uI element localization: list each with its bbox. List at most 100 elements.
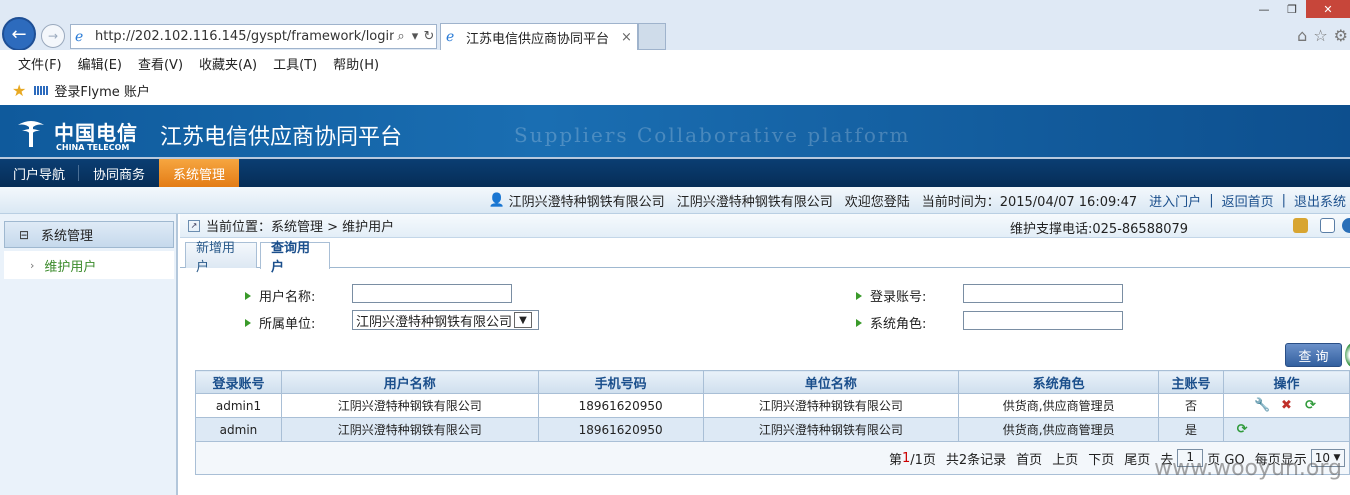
query-button[interactable]: 查 询 (1285, 343, 1342, 367)
link-separator: | (1209, 192, 1214, 208)
site-banner: 中国电信 CHINA TELECOM 江苏电信供应商协同平台 Suppliers… (0, 105, 1350, 157)
col-header-role[interactable]: 系统角色 (958, 370, 1160, 394)
table-row: admin 江阴兴澄特种钢铁有限公司 18961620950 江阴兴澄特种钢铁有… (195, 417, 1350, 442)
settings-gear-icon[interactable]: ⚙ (1334, 26, 1348, 45)
pager-prev[interactable]: 上页 (1052, 449, 1078, 468)
pager-first[interactable]: 首页 (1016, 449, 1042, 468)
nav-portal[interactable]: 门户导航 (0, 159, 78, 187)
total-records: 共2条记录 (945, 452, 1007, 468)
table-header-row: 登录账号 用户名称 手机号码 单位名称 系统角色 主账号 操作 (195, 370, 1350, 394)
login-account-input[interactable] (963, 284, 1123, 303)
wrench-edit-icon[interactable]: 🔧 (1254, 398, 1270, 414)
reset-sync-icon[interactable]: ⟳ (1303, 398, 1319, 414)
favorites-star-icon[interactable]: ☆ (1313, 26, 1327, 45)
pager-next[interactable]: 下页 (1088, 449, 1114, 468)
pager-last[interactable]: 尾页 (1124, 449, 1150, 468)
link-separator: | (1281, 192, 1286, 208)
reset-sync-icon[interactable]: ⟳ (1234, 422, 1250, 438)
address-bar[interactable]: ℯ http://202.102.116.145/gyspt/framework… (70, 24, 437, 49)
flyme-icon (34, 85, 49, 95)
breadcrumb-bar: ↗ 当前位置：系统管理 > 维护用户 维护支撑电话:025-86588079 (180, 214, 1350, 238)
menu-edit[interactable]: 编辑(E) (78, 54, 122, 73)
ie-icon: ℯ (75, 28, 84, 45)
favorite-flyme-login[interactable]: 登录Flyme 账户 (54, 81, 150, 100)
window-icon[interactable] (1320, 218, 1335, 233)
menu-view[interactable]: 查看(V) (138, 54, 183, 73)
sidebar-section-system-admin[interactable]: ⊟ 系统管理 (4, 221, 174, 248)
nav-system-admin[interactable]: 系统管理 (159, 159, 239, 187)
company-name-2: 江阴兴澄特种钢铁有限公司 (676, 194, 833, 210)
cell-role: 供货商,供应商管理员 (958, 417, 1160, 442)
bullet-triangle-icon (245, 291, 251, 300)
telecom-logo-icon (18, 121, 44, 147)
collapse-icon[interactable]: ⊟ (19, 228, 31, 242)
back-button[interactable]: ← (2, 17, 36, 51)
window-controls: — ❐ ✕ (1250, 0, 1350, 18)
cell-phone: 18961620950 (537, 417, 704, 442)
unit-label-row: 所属单位: (245, 313, 315, 332)
menu-file[interactable]: 文件(F) (18, 54, 62, 73)
tab-add-user[interactable]: 新增用户 (185, 241, 257, 275)
tab-title: 江苏电信供应商协同平台 (466, 31, 610, 47)
logo-cn-text: 中国电信 (54, 121, 138, 145)
url-text: http://202.102.116.145/gyspt/framework/l… (95, 29, 394, 44)
menu-bar: 文件(F) 编辑(E) 查看(V) 收藏夹(A) 工具(T) 帮助(H) (0, 50, 1350, 76)
location-arrow-icon: ↗ (188, 219, 200, 232)
favorites-bar: ★ 登录Flyme 账户 (0, 76, 1350, 104)
page-suffix: /1页 (910, 452, 936, 468)
link-home[interactable]: 返回首页 (1222, 191, 1274, 210)
login-account-label: 登录账号: (870, 290, 927, 305)
unit-label: 所属单位: (259, 317, 316, 332)
cell-name: 江阴兴澄特种钢铁有限公司 (280, 393, 539, 418)
chevron-down-icon[interactable]: ▼ (514, 312, 533, 328)
menu-help[interactable]: 帮助(H) (333, 54, 379, 73)
menu-favorites[interactable]: 收藏夹(A) (199, 54, 257, 73)
cell-actions: 🔧 ✖ ⟳ (1223, 393, 1350, 418)
role-label-row: 系统角色: (856, 313, 926, 332)
page-prefix: 第 (888, 452, 902, 468)
main-content: ↗ 当前位置：系统管理 > 维护用户 维护支撑电话:025-86588079 新… (180, 214, 1350, 495)
tab-strip: 新增用户 查询用户 (180, 240, 1350, 275)
chevron-right-icon: › (30, 258, 35, 272)
sidebar-item-maintain-users[interactable]: › 维护用户 (4, 251, 174, 279)
cell-main: 否 (1158, 393, 1225, 418)
bullet-triangle-icon (856, 318, 862, 327)
unit-select[interactable]: 江阴兴澄特种钢铁有限公司 ▼ (352, 310, 539, 330)
unit-select-value: 江阴兴澄特种钢铁有限公司 (356, 314, 513, 330)
col-header-unit[interactable]: 单位名称 (702, 370, 960, 394)
cell-unit: 江阴兴澄特种钢铁有限公司 (702, 393, 960, 418)
dropdown-icon[interactable]: ▾ (408, 29, 422, 44)
current-time: 当前时间为：2015/04/07 16:09:47 (921, 194, 1138, 210)
browser-tab[interactable]: ℯ 江苏电信供应商协同平台 × (440, 23, 638, 50)
forward-button[interactable]: → (41, 24, 65, 48)
new-tab-button[interactable] (638, 23, 666, 50)
user-name-input[interactable] (352, 284, 512, 303)
menu-tools[interactable]: 工具(T) (273, 54, 317, 73)
tab-close-icon[interactable]: × (621, 30, 637, 45)
col-header-account[interactable]: 登录账号 (195, 370, 282, 394)
refresh-icon[interactable]: ↻ (422, 29, 436, 44)
window-close-icon[interactable]: ✕ (1306, 0, 1350, 18)
restore-icon[interactable]: ❐ (1278, 0, 1306, 18)
user-info-bar: 👤 江阴兴澄特种钢铁有限公司 江阴兴澄特种钢铁有限公司 欢迎您登陆 当前时间为：… (0, 187, 1350, 214)
link-enter-portal[interactable]: 进入门户 (1149, 191, 1201, 210)
globe-icon[interactable] (1342, 218, 1350, 233)
user-name-label-row: 用户名称: (245, 286, 315, 305)
minimize-icon[interactable]: — (1250, 0, 1278, 18)
tab-query-user[interactable]: 查询用户 (260, 241, 330, 275)
role-input[interactable] (963, 311, 1123, 330)
support-phone: 维护支撑电话:025-86588079 (1010, 222, 1189, 237)
delete-icon[interactable]: ✖ (1279, 398, 1295, 414)
search-icon[interactable]: ⌕ (394, 29, 408, 44)
home-icon[interactable]: ⌂ (1297, 26, 1307, 45)
col-header-phone[interactable]: 手机号码 (537, 370, 704, 394)
watermark: www.wooyun.org (1154, 456, 1342, 481)
col-header-main[interactable]: 主账号 (1158, 370, 1225, 394)
col-header-name[interactable]: 用户名称 (280, 370, 539, 394)
company-name-1: 江阴兴澄特种钢铁有限公司 (508, 194, 665, 210)
nav-collab[interactable]: 协同商务 (79, 159, 159, 187)
link-logout[interactable]: 退出系统 (1294, 191, 1346, 210)
theme-icon[interactable] (1293, 218, 1308, 233)
breadcrumb: 当前位置：系统管理 > 维护用户 (206, 220, 395, 235)
favorites-bar-star-icon[interactable]: ★ (12, 81, 26, 100)
